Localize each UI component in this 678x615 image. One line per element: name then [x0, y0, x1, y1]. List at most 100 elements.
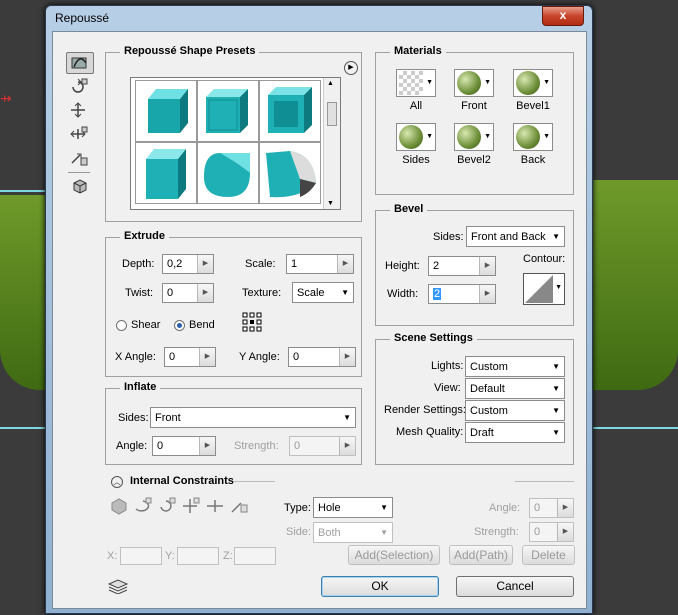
- x-angle-label: X Angle:: [115, 351, 156, 363]
- constraint-rotate-icon[interactable]: [133, 497, 153, 515]
- ok-button[interactable]: OK: [321, 576, 439, 597]
- scroll-thumb[interactable]: [327, 102, 337, 126]
- scene-settings-title: Scene Settings: [390, 332, 477, 344]
- constraint-roll-icon[interactable]: [157, 497, 177, 515]
- constraint-scale-icon[interactable]: [229, 497, 249, 515]
- mesh-quality-select[interactable]: Draft ▼: [465, 422, 565, 443]
- bend-radio[interactable]: [174, 320, 185, 331]
- y-angle-input[interactable]: 0 ▶: [288, 347, 356, 367]
- chevron-down-icon: ▼: [380, 503, 388, 512]
- depth-stepper-icon[interactable]: ▶: [197, 255, 213, 273]
- material-all-label: All: [409, 100, 423, 112]
- bend-label: Bend: [189, 319, 215, 331]
- preset-thumb[interactable]: [259, 142, 321, 204]
- shear-radio[interactable]: [116, 320, 127, 331]
- stack-layers-icon[interactable]: [107, 578, 129, 595]
- constraint-object-icon[interactable]: [109, 497, 129, 515]
- bevel-sides-select[interactable]: Front and Back ▼: [466, 226, 565, 247]
- chevron-down-icon: ▼: [341, 288, 349, 297]
- chevron-down-icon: ▼: [380, 528, 388, 537]
- chevron-down-icon: ▼: [543, 133, 550, 140]
- preset-thumb[interactable]: [135, 142, 197, 204]
- cancel-button[interactable]: Cancel: [456, 576, 574, 597]
- collapse-chevron-icon[interactable]: ︿: [111, 476, 123, 488]
- presets-grid: ▲ ▼: [130, 77, 341, 210]
- scale-stepper-icon[interactable]: ▶: [337, 255, 353, 273]
- repousse-tool-icon[interactable]: [66, 52, 94, 74]
- material-all-swatch[interactable]: ▼: [396, 69, 436, 97]
- title-bar[interactable]: Repoussé x: [46, 6, 592, 30]
- y-coord-input: [177, 547, 219, 565]
- close-button[interactable]: x: [542, 6, 584, 26]
- render-settings-select[interactable]: Custom ▼: [465, 400, 565, 421]
- cube-tool-icon[interactable]: [66, 176, 92, 196]
- internal-constraints-title: Internal Constraints: [130, 475, 234, 487]
- y-angle-stepper-icon[interactable]: ▶: [339, 348, 355, 366]
- inflate-angle-stepper-icon[interactable]: ▶: [199, 437, 215, 455]
- scroll-up-icon[interactable]: ▲: [327, 80, 334, 87]
- render-settings-label: Render Settings:: [384, 404, 466, 416]
- material-bevel1-swatch[interactable]: ▼: [513, 69, 553, 97]
- x-angle-input[interactable]: 0 ▶: [164, 347, 216, 367]
- depth-input[interactable]: 0,2 ▶: [162, 254, 214, 274]
- scroll-down-icon[interactable]: ▼: [327, 200, 334, 207]
- texture-label: Texture:: [242, 287, 282, 299]
- scale-label: Scale:: [245, 258, 276, 270]
- x-angle-stepper-icon[interactable]: ▶: [199, 348, 215, 366]
- twist-stepper-icon[interactable]: ▶: [197, 284, 213, 302]
- inflate-sides-select[interactable]: Front ▼: [150, 407, 356, 428]
- twist-input[interactable]: 0 ▶: [162, 283, 214, 303]
- contour-picker[interactable]: ▼: [523, 273, 565, 305]
- bevel-height-stepper-icon[interactable]: ▶: [479, 257, 495, 275]
- lights-select[interactable]: Custom ▼: [465, 356, 565, 377]
- constraint-type-select[interactable]: Hole ▼: [313, 497, 393, 518]
- presets-title: Repoussé Shape Presets: [120, 45, 260, 57]
- presets-scrollbar[interactable]: ▲ ▼: [323, 78, 340, 209]
- z-coord-label: Z:: [223, 550, 233, 562]
- material-back-swatch[interactable]: ▼: [513, 123, 553, 151]
- constraint-slide-icon[interactable]: [205, 497, 225, 515]
- material-sides-swatch[interactable]: ▼: [396, 123, 436, 151]
- repousse-dialog: Repoussé x Repoussé Shape Presets ▶ ▲ ▼ …: [45, 5, 593, 614]
- constraint-angle-stepper-icon: ▶: [557, 499, 573, 517]
- chevron-down-icon: ▼: [343, 413, 351, 422]
- chevron-down-icon: ▼: [552, 232, 560, 241]
- move-constraint-icon[interactable]: [66, 100, 92, 120]
- bevel-width-input[interactable]: 2 ▶: [428, 284, 496, 304]
- material-bevel1-label: Bevel1: [516, 100, 550, 112]
- inflate-angle-input[interactable]: 0 ▶: [152, 436, 216, 456]
- bevel-group: Bevel Sides: Front and Back ▼ Height: 2 ▶ …: [375, 203, 574, 326]
- background-3d-shape-right: [591, 180, 678, 390]
- constraint-drag-icon[interactable]: [181, 497, 201, 515]
- twist-label: Twist:: [125, 287, 154, 299]
- presets-group: Repoussé Shape Presets ▶ ▲ ▼: [105, 45, 362, 222]
- presets-menu-icon[interactable]: ▶: [344, 61, 358, 75]
- contour-label: Contour:: [523, 253, 566, 265]
- rotate-constraint-icon[interactable]: [66, 76, 92, 96]
- scale-constraint-icon[interactable]: [66, 124, 92, 144]
- preset-thumb[interactable]: [197, 80, 259, 142]
- preset-thumb[interactable]: [135, 80, 197, 142]
- material-bevel2-label: Bevel2: [457, 154, 491, 166]
- scale-input[interactable]: 1 ▶: [286, 254, 354, 274]
- preset-thumb[interactable]: [197, 142, 259, 204]
- sphere-material-icon: [516, 125, 540, 149]
- sphere-material-icon: [457, 125, 481, 149]
- constraint-tools: [109, 497, 257, 517]
- dialog-body: Repoussé Shape Presets ▶ ▲ ▼ Extrude Dep…: [52, 31, 587, 609]
- texture-select[interactable]: Scale ▼: [292, 282, 354, 303]
- tool-4-icon[interactable]: [66, 148, 92, 168]
- extrude-group: Extrude Depth: 0,2 ▶ Scale: 1 ▶ Twist: 0 ▶ …: [105, 230, 362, 377]
- bevel-width-stepper-icon[interactable]: ▶: [479, 285, 495, 303]
- preset-thumb[interactable]: [259, 80, 321, 142]
- view-select[interactable]: Default ▼: [465, 378, 565, 399]
- reference-point-grid-icon[interactable]: [242, 312, 262, 332]
- bevel-height-input[interactable]: 2 ▶: [428, 256, 496, 276]
- chevron-down-icon: ▼: [426, 133, 433, 140]
- constraint-angle-input: 0 ▶: [529, 498, 574, 518]
- lights-label: Lights:: [431, 360, 464, 372]
- material-front-swatch[interactable]: ▼: [454, 69, 494, 97]
- sphere-material-icon: [399, 125, 423, 149]
- material-bevel2-swatch[interactable]: ▼: [454, 123, 494, 151]
- background-3d-shape-left: [0, 195, 45, 390]
